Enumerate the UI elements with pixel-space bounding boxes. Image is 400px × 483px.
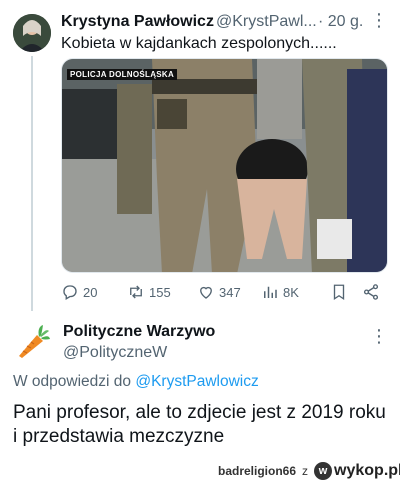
thread-line bbox=[31, 56, 33, 311]
watermark-user: badreligion66 bbox=[218, 464, 297, 478]
like-count: 347 bbox=[219, 284, 241, 300]
author-name[interactable]: Krystyna Pawłowicz bbox=[61, 13, 214, 31]
bookmark-icon bbox=[333, 284, 345, 301]
heart-icon bbox=[200, 286, 212, 299]
reply-icon bbox=[63, 285, 77, 300]
photo-watermark: POLICJA DOLNOŚLĄSKA bbox=[67, 69, 178, 80]
tweet-text: Kobieta w kajdankach zespolonych...... bbox=[61, 35, 337, 52]
retweet-icon bbox=[130, 285, 142, 299]
reply-target-link[interactable]: @KrystPawlowicz bbox=[135, 373, 258, 390]
views-icon bbox=[264, 286, 277, 298]
reply-author-name[interactable]: Polityczne Warzywo bbox=[63, 323, 215, 341]
like-button[interactable]: 347 bbox=[197, 283, 241, 301]
retweet-button[interactable]: 155 bbox=[127, 283, 171, 301]
author-avatar[interactable] bbox=[13, 14, 51, 52]
retweet-count: 155 bbox=[149, 284, 171, 300]
tweet-time[interactable]: · 20 g. bbox=[318, 13, 363, 31]
reply-author-handle[interactable]: @PolitycznеW bbox=[63, 344, 167, 362]
author-handle[interactable]: @KrystPawl... bbox=[216, 13, 317, 31]
share-icon bbox=[363, 284, 379, 300]
wykop-logo: w wykop.pl bbox=[314, 462, 400, 480]
watermark-separator: z bbox=[302, 464, 309, 478]
tweet-photo[interactable]: POLICJA DOLNOŚLĄSKA bbox=[61, 58, 388, 273]
views-count: 8K bbox=[283, 284, 299, 300]
more-options-icon[interactable]: ⋮ bbox=[370, 10, 389, 31]
reply-more-options-icon[interactable]: ⋮ bbox=[370, 326, 389, 347]
reply-count: 20 bbox=[83, 284, 98, 300]
wykop-watermark: badreligion66 z w wykop.pl bbox=[218, 460, 400, 482]
wykop-logo-icon: w bbox=[314, 462, 333, 480]
tweet-actions: 20 155 347 8K bbox=[61, 283, 388, 305]
carrot-icon bbox=[19, 325, 50, 358]
reply-avatar[interactable] bbox=[13, 323, 51, 361]
bookmark-button[interactable] bbox=[330, 283, 348, 301]
reply-prefix: W odpowiedzi do bbox=[13, 373, 132, 390]
share-button[interactable] bbox=[362, 283, 380, 301]
reply-button[interactable]: 20 bbox=[61, 283, 97, 301]
photo-scene bbox=[62, 59, 387, 272]
views-button[interactable]: 8K bbox=[261, 283, 299, 301]
reply-context: W odpowiedzi do @KrystPawlowicz bbox=[13, 373, 259, 391]
watermark-site: wykop.pl bbox=[334, 462, 400, 479]
reply-text: Pani profesor, ale to zdjecie jest z 201… bbox=[13, 402, 386, 447]
